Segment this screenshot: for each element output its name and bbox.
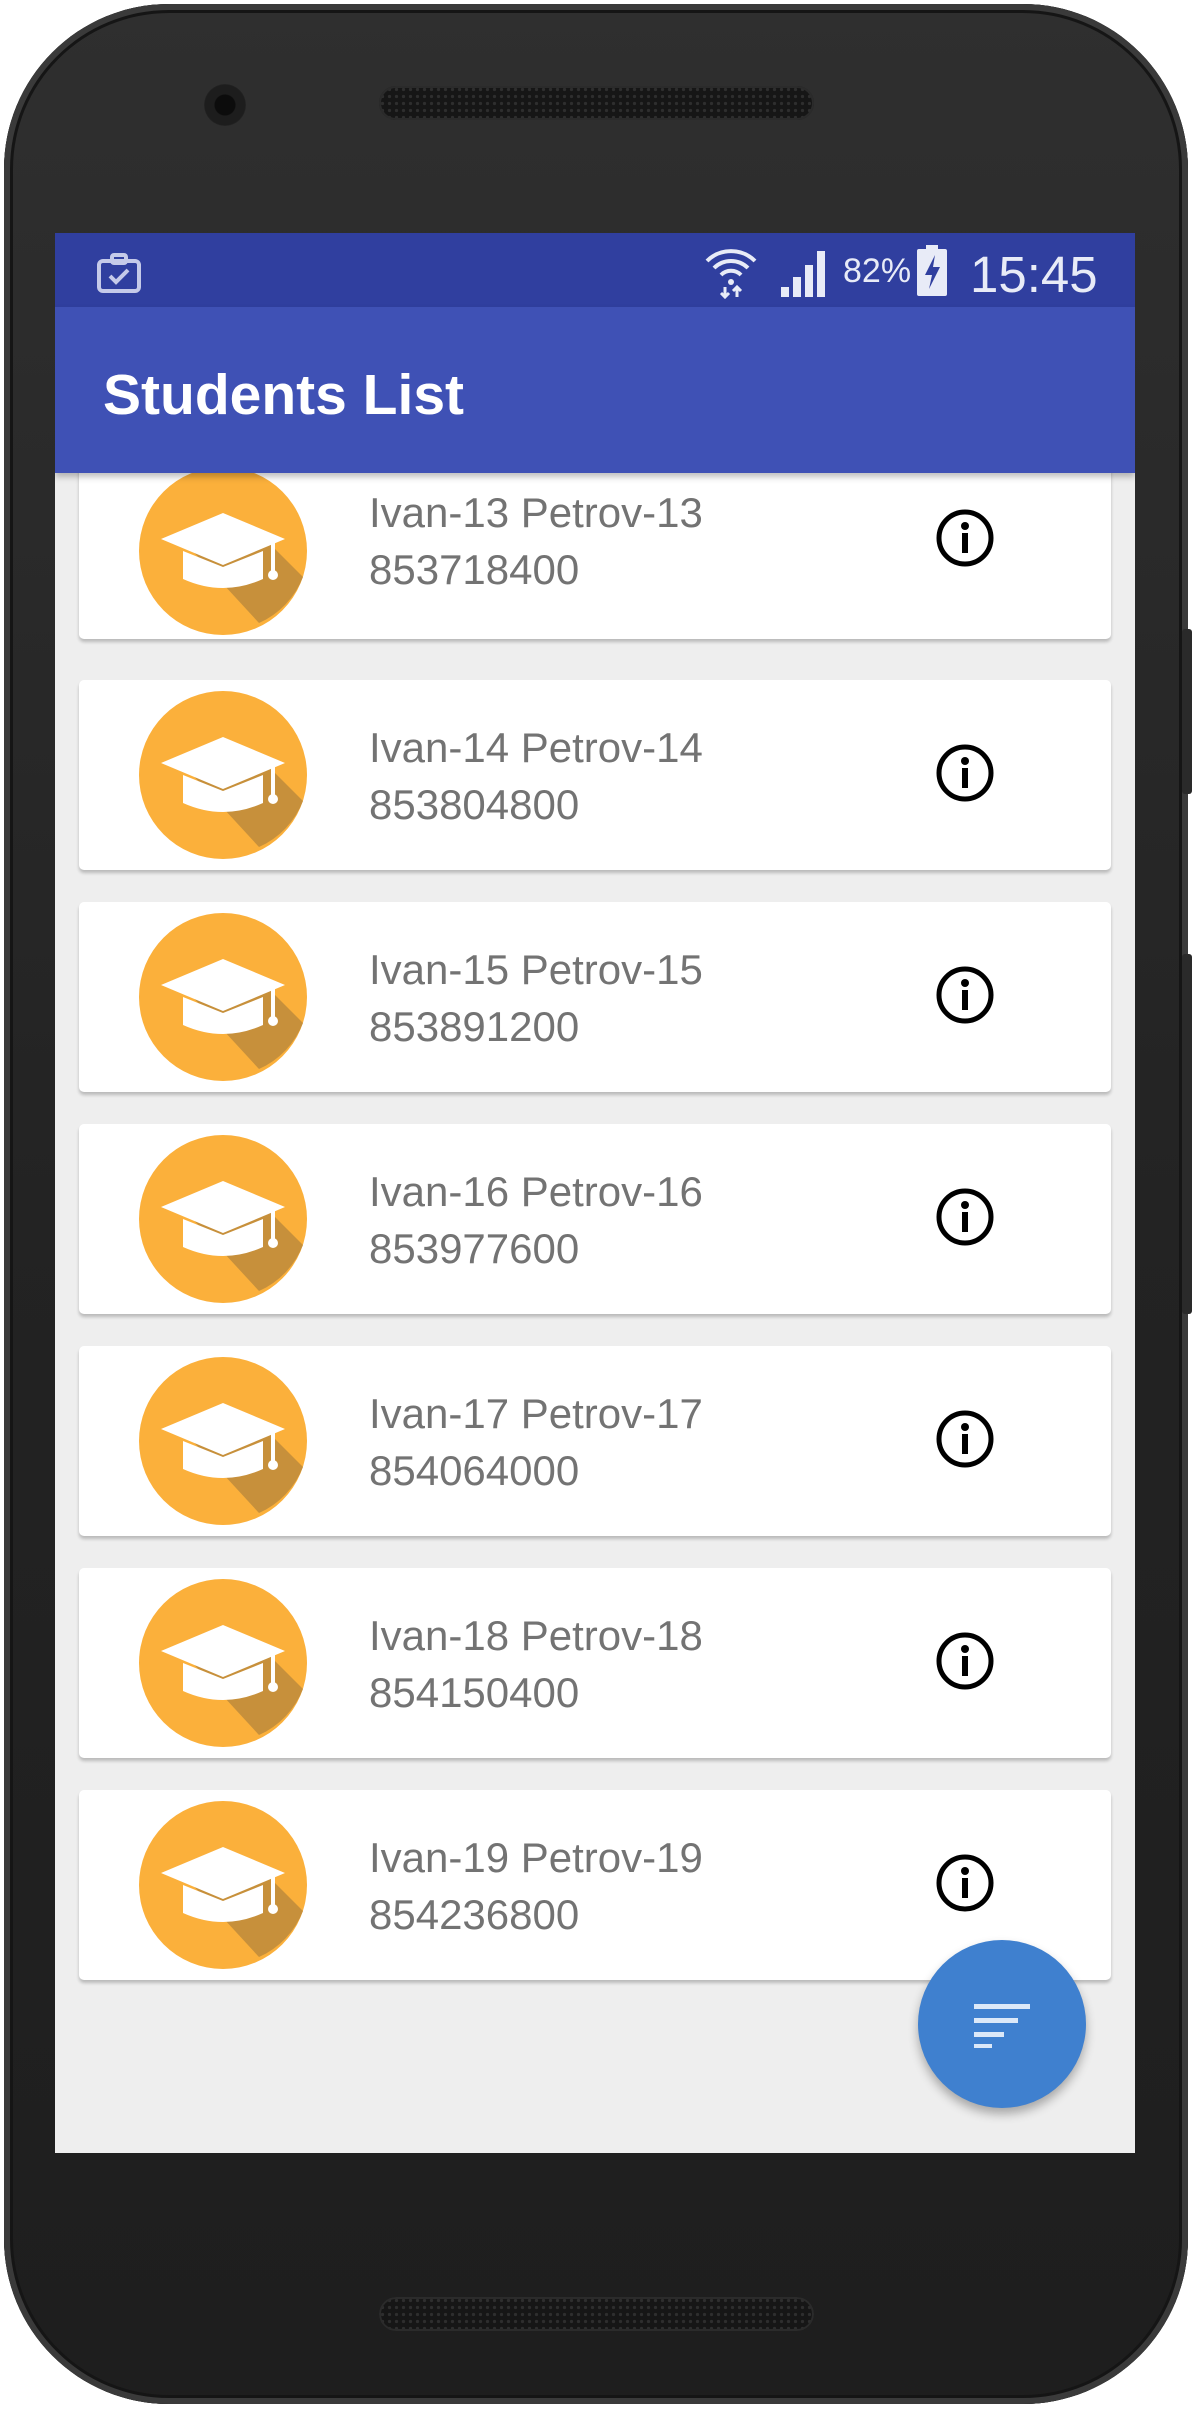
info-icon[interactable] xyxy=(935,965,995,1025)
status-time: 15:45 xyxy=(970,246,1098,303)
graduation-cap-icon xyxy=(139,691,307,859)
device-screen: 82% 15:45 Students List Ivan-13 Petrov-1… xyxy=(55,233,1135,2153)
student-card[interactable]: Ivan-15 Petrov-15 853891200 xyxy=(79,902,1111,1092)
student-number: 853718400 xyxy=(369,546,580,593)
info-icon[interactable] xyxy=(935,1631,995,1691)
cell-signal-icon xyxy=(779,247,831,304)
battery-charging-icon xyxy=(917,245,947,302)
top-speaker xyxy=(379,86,814,120)
info-icon[interactable] xyxy=(935,743,995,803)
page-title: Students List xyxy=(103,363,465,427)
graduation-cap-icon xyxy=(139,1801,307,1969)
student-name: Ivan-14 Petrov-14 xyxy=(369,724,703,771)
graduation-cap-icon xyxy=(139,913,307,1081)
app-bar: Students List xyxy=(55,307,1135,473)
clipboard-check-icon xyxy=(97,253,141,298)
info-icon[interactable] xyxy=(935,1409,995,1469)
student-card[interactable]: Ivan-13 Petrov-13 853718400 xyxy=(79,459,1111,639)
sort-fab-button[interactable] xyxy=(918,1940,1086,2108)
info-icon[interactable] xyxy=(935,1187,995,1247)
front-camera xyxy=(204,84,246,126)
student-name: Ivan-18 Petrov-18 xyxy=(369,1612,703,1659)
student-number: 853804800 xyxy=(369,781,580,828)
graduation-cap-icon xyxy=(139,1357,307,1525)
student-card[interactable]: Ivan-16 Petrov-16 853977600 xyxy=(79,1124,1111,1314)
student-name: Ivan-16 Petrov-16 xyxy=(369,1168,703,1215)
student-card[interactable]: Ivan-17 Petrov-17 854064000 xyxy=(79,1346,1111,1536)
student-number: 854150400 xyxy=(369,1669,580,1716)
students-list[interactable]: Ivan-13 Petrov-13 853718400 Ivan-14 Petr… xyxy=(55,459,1135,2153)
student-name: Ivan-17 Petrov-17 xyxy=(369,1390,703,1437)
student-number: 854064000 xyxy=(369,1447,580,1494)
student-name: Ivan-13 Petrov-13 xyxy=(369,489,703,536)
student-name: Ivan-19 Petrov-19 xyxy=(369,1834,703,1881)
info-icon[interactable] xyxy=(935,1853,995,1913)
student-card[interactable]: Ivan-19 Petrov-19 854236800 xyxy=(79,1790,1111,1980)
volume-button xyxy=(1182,954,1192,1314)
graduation-cap-icon xyxy=(139,467,307,635)
student-number: 854236800 xyxy=(369,1891,580,1938)
student-card[interactable]: Ivan-18 Petrov-18 854150400 xyxy=(79,1568,1111,1758)
student-name: Ivan-15 Petrov-15 xyxy=(369,946,703,993)
battery-percent: 82% xyxy=(843,252,912,290)
graduation-cap-icon xyxy=(139,1579,307,1747)
student-card[interactable]: Ivan-14 Petrov-14 853804800 xyxy=(79,680,1111,870)
wifi-icon xyxy=(703,243,759,304)
bottom-speaker xyxy=(379,2297,814,2331)
status-bar: 82% 15:45 xyxy=(55,233,1135,307)
power-button xyxy=(1182,629,1192,794)
student-number: 853977600 xyxy=(369,1225,580,1272)
student-number: 853891200 xyxy=(369,1003,580,1050)
info-icon[interactable] xyxy=(935,508,995,568)
graduation-cap-icon xyxy=(139,1135,307,1303)
